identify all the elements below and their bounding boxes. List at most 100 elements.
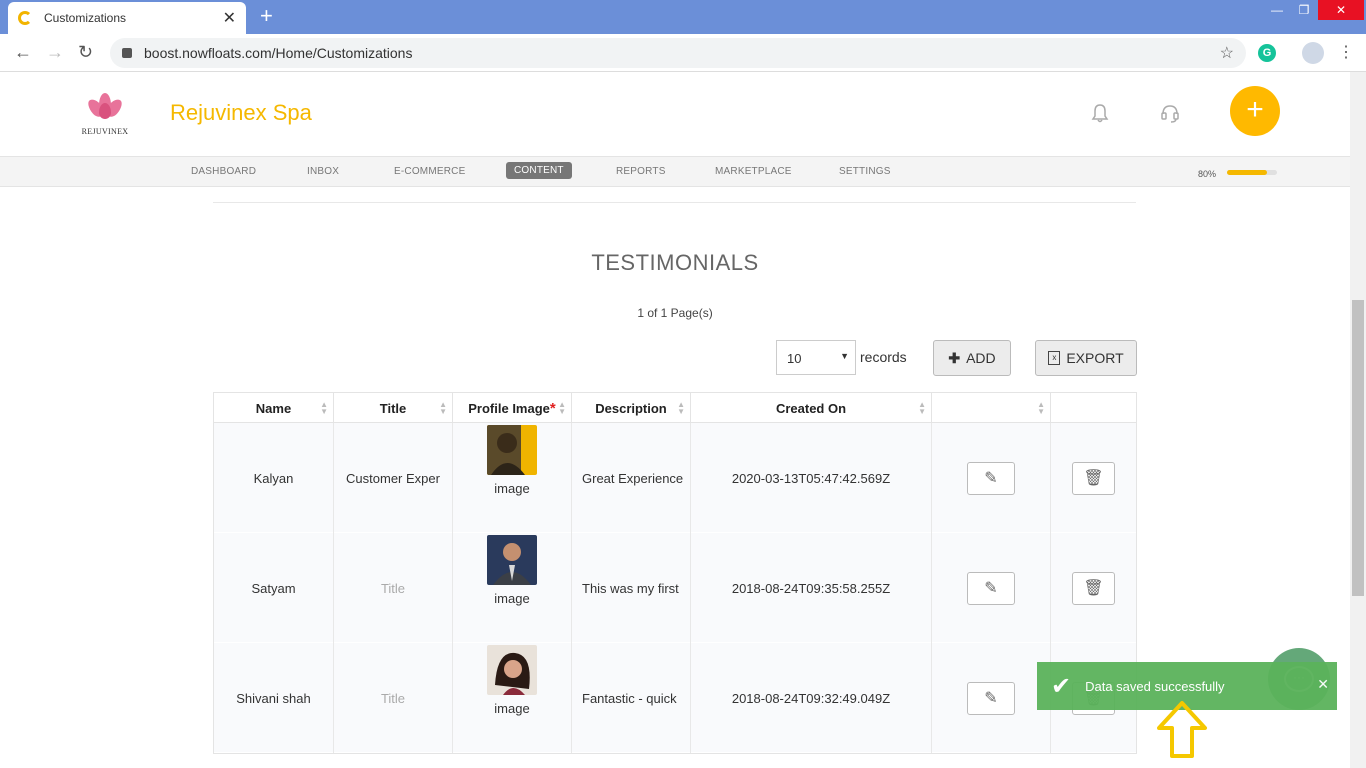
cell-profile-image: image — [453, 643, 572, 753]
cell-description: Fantastic - quick — [572, 643, 691, 753]
cell-title: Customer Exper — [334, 423, 453, 533]
logo-text: REJUVINEX — [81, 126, 129, 136]
column-header-created-on[interactable]: Created On ▲ ▼ — [691, 393, 932, 423]
nav-inbox[interactable]: INBOX — [299, 164, 347, 179]
table-header: Name ▲ ▼ Title ▲ ▼ Profile Image* ▲ ▼ Descript… — [214, 393, 1136, 423]
cell-name: Kalyan — [214, 423, 334, 533]
tab-close-icon[interactable]: ✕ — [223, 8, 236, 28]
browser-tab[interactable]: Customizations ✕ — [8, 2, 246, 34]
records-label: records — [860, 349, 907, 365]
column-header-edit[interactable]: ▲ ▼ — [932, 393, 1051, 423]
testimonials-table: Name ▲ ▼ Title ▲ ▼ Profile Image* ▲ ▼ Descript… — [213, 392, 1137, 754]
plus-icon: ✚ — [948, 349, 961, 366]
site-favicon-icon — [18, 11, 32, 25]
image-caption: image — [494, 481, 530, 496]
page-scrollbar[interactable] — [1350, 72, 1366, 768]
add-testimonial-button[interactable]: ✚ ADD — [933, 340, 1011, 376]
sort-icon: ▲ ▼ — [558, 400, 566, 416]
table-row: Satyam Title image This was my first 201… — [214, 533, 1136, 643]
lotus-logo-icon — [84, 92, 126, 123]
business-name: Rejuvinex Spa — [170, 100, 312, 125]
trash-icon: 🗑 — [1083, 580, 1104, 597]
nav-content[interactable]: CONTENT — [506, 162, 572, 179]
column-header-profile-image[interactable]: Profile Image* ▲ ▼ — [453, 393, 572, 423]
edit-button[interactable]: ✎ — [967, 681, 1015, 715]
sort-icon: ▲ ▼ — [677, 400, 685, 416]
delete-button[interactable]: 🗑 — [1072, 571, 1115, 605]
table-row: Shivani shah Title image Fantastic - qui… — [214, 643, 1136, 753]
notification-bell-icon[interactable] — [1089, 102, 1111, 124]
lock-icon — [122, 48, 132, 58]
cell-name: Shivani shah — [214, 643, 334, 753]
edit-pencil-icon: ✎ — [984, 470, 998, 487]
nav-marketplace[interactable]: MARKETPLACE — [707, 164, 800, 179]
tab-title: Customizations — [44, 11, 127, 25]
export-button[interactable]: x EXPORT — [1035, 340, 1137, 376]
profile-photo-icon[interactable] — [487, 535, 537, 585]
export-button-label: EXPORT — [1066, 350, 1124, 366]
sort-icon: ▲ ▼ — [918, 400, 926, 416]
nav-dashboard[interactable]: DASHBOARD — [183, 164, 264, 179]
sort-icon: ▲ ▼ — [439, 400, 447, 416]
cell-profile-image: image — [453, 423, 572, 533]
profile-progress-fill — [1227, 170, 1267, 175]
nav-settings[interactable]: SETTINGS — [831, 164, 899, 179]
back-icon[interactable]: ← — [14, 42, 32, 63]
scrollbar-thumb[interactable] — [1352, 300, 1364, 596]
bookmark-star-icon[interactable]: ☆ — [1220, 43, 1234, 63]
address-bar: ← → ↻ boost.nowfloats.com/Home/Customiza… — [0, 34, 1366, 72]
url-text: boost.nowfloats.com/Home/Customizations — [144, 45, 413, 61]
sort-icon: ▲ ▼ — [1037, 400, 1045, 416]
support-headset-icon[interactable] — [1159, 102, 1181, 124]
delete-button[interactable]: 🗑 — [1072, 461, 1115, 495]
checkmark-icon: ✔ — [1051, 672, 1072, 700]
image-caption: image — [494, 701, 530, 716]
edit-button[interactable]: ✎ — [967, 461, 1015, 495]
url-field[interactable]: boost.nowfloats.com/Home/Customizations … — [110, 38, 1246, 68]
cell-created-on: 2018-08-24T09:32:49.049Z — [691, 643, 932, 753]
cell-delete: 🗑 — [1051, 423, 1136, 533]
profile-photo-icon[interactable] — [487, 645, 537, 695]
reload-icon[interactable]: ↻ — [78, 42, 93, 63]
profile-photo-icon[interactable] — [487, 425, 537, 475]
records-select-value: 10 — [787, 351, 802, 366]
records-per-page-select[interactable]: 10 ▼ — [776, 340, 856, 375]
cell-created-on: 2020-03-13T05:47:42.569Z — [691, 423, 932, 533]
new-tab-button[interactable]: + — [260, 5, 273, 27]
edit-pencil-icon: ✎ — [984, 580, 998, 597]
chevron-down-icon: ▼ — [840, 351, 849, 361]
column-header-name[interactable]: Name ▲ ▼ — [214, 393, 334, 423]
page-viewport: REJUVINEX Rejuvinex Spa + DASHBOARD INBO… — [0, 72, 1350, 768]
toast-message: Data saved successfully — [1085, 678, 1225, 694]
cell-name: Satyam — [214, 533, 334, 643]
cell-title: Title — [334, 643, 453, 753]
edit-button[interactable]: ✎ — [967, 571, 1015, 605]
profile-avatar-icon[interactable] — [1302, 42, 1324, 64]
profile-progress-label: 80% — [1198, 169, 1217, 179]
section-divider — [213, 202, 1136, 203]
quick-add-button[interactable]: + — [1230, 86, 1280, 136]
nav-ecommerce[interactable]: E-COMMERCE — [386, 164, 473, 179]
business-logo[interactable]: REJUVINEX — [72, 82, 138, 146]
cell-edit: ✎ — [932, 643, 1051, 753]
table-row: Kalyan Customer Exper image Great Experi… — [214, 423, 1136, 533]
cell-description: This was my first — [572, 533, 691, 643]
grammarly-extension-icon[interactable]: G — [1258, 44, 1276, 62]
browser-tab-bar: Customizations ✕ + — ❐ ✕ — [0, 0, 1366, 34]
nav-reports[interactable]: REPORTS — [608, 164, 674, 179]
column-header-title[interactable]: Title ▲ ▼ — [334, 393, 453, 423]
profile-progress-bar — [1227, 170, 1277, 175]
add-button-label: ADD — [966, 350, 996, 366]
window-close-button[interactable]: ✕ — [1318, 0, 1364, 20]
toast-close-icon[interactable]: ✕ — [1317, 676, 1329, 693]
column-header-delete — [1051, 393, 1136, 423]
forward-icon[interactable]: → — [46, 42, 64, 63]
pagination-info: 1 of 1 Page(s) — [637, 306, 713, 320]
browser-menu-icon[interactable]: ⋮ — [1338, 42, 1354, 62]
column-header-description[interactable]: Description ▲ ▼ — [572, 393, 691, 423]
trash-icon: 🗑 — [1083, 470, 1104, 487]
cell-profile-image: image — [453, 533, 572, 643]
main-nav: DASHBOARD INBOX E-COMMERCE CONTENT REPOR… — [0, 156, 1350, 187]
cell-edit: ✎ — [932, 533, 1051, 643]
image-caption: image — [494, 591, 530, 606]
